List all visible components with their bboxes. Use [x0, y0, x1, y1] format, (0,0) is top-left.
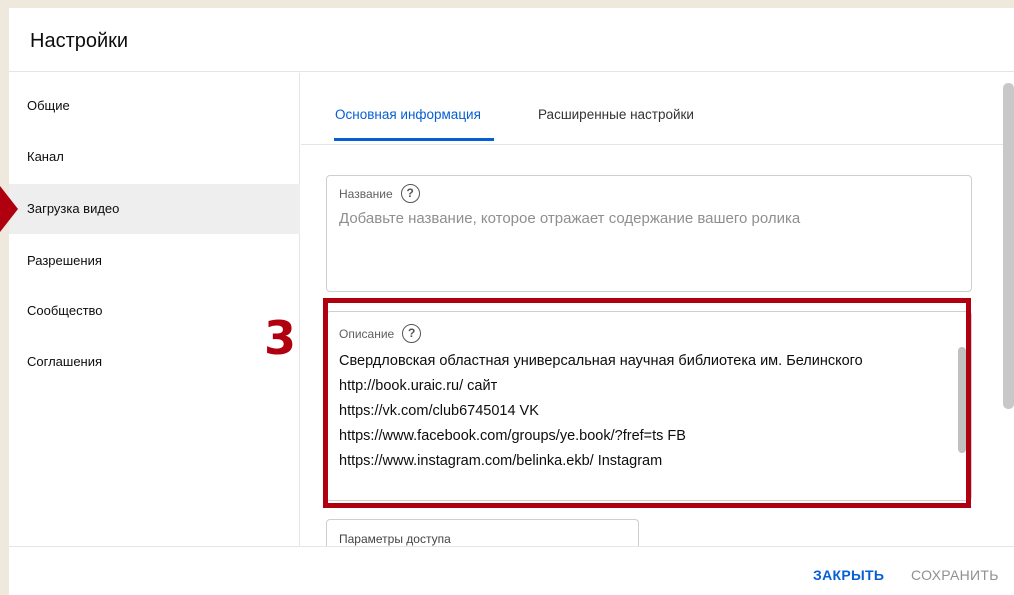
tab-advanced-settings[interactable]: Расширенные настройки: [538, 107, 694, 122]
title-label-text: Название: [339, 186, 393, 201]
annotation-highlight-box: [323, 298, 971, 508]
save-button[interactable]: СОХРАНИТЬ: [911, 567, 999, 583]
tab-basic-info[interactable]: Основная информация: [335, 107, 481, 122]
sidebar-item-agreements[interactable]: Соглашения: [9, 337, 300, 387]
sidebar-item-general[interactable]: Общие: [9, 81, 300, 131]
settings-sidebar: Общие Канал Загрузка видео Разрешения Со…: [9, 73, 300, 546]
title-placeholder: Добавьте название, которое отражает соде…: [339, 210, 801, 227]
sidebar-item-community[interactable]: Сообщество: [9, 286, 300, 336]
red-arrow-pointer: [0, 186, 18, 232]
visibility-label: Параметры доступа: [339, 532, 451, 546]
sidebar-item-channel[interactable]: Канал: [9, 132, 300, 182]
visibility-field[interactable]: Параметры доступа: [326, 519, 639, 546]
annotation-step-number: 3: [264, 311, 297, 365]
content-scrollbar[interactable]: [1003, 83, 1014, 409]
title-field[interactable]: Название ? Добавьте название, которое от…: [326, 175, 972, 292]
dialog-footer: ЗАКРЫТЬ СОХРАНИТЬ: [9, 546, 1014, 595]
question-circle-icon[interactable]: ?: [400, 184, 420, 203]
tab-bar: Основная информация Расширенные настройк…: [301, 73, 1014, 145]
sidebar-item-upload-defaults[interactable]: Загрузка видео: [9, 184, 300, 234]
dialog-title: Настройки: [30, 30, 129, 52]
sidebar-item-permissions[interactable]: Разрешения: [9, 236, 300, 286]
title-field-label: Название ?: [339, 184, 420, 203]
active-tab-indicator: [334, 138, 494, 141]
close-button[interactable]: ЗАКРЫТЬ: [813, 567, 884, 583]
dialog-header: Настройки: [9, 8, 1014, 72]
